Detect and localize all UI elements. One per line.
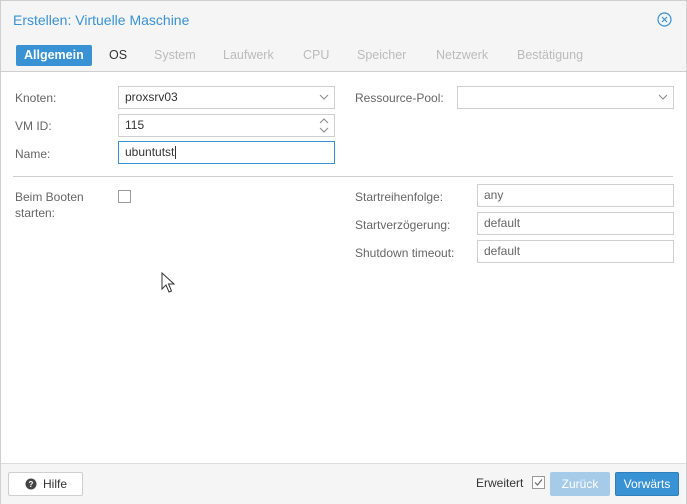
- wizard-tabs: Allgemein OS System Laufwerk CPU Speiche…: [1, 39, 686, 72]
- help-button[interactable]: ? Hilfe: [8, 472, 83, 496]
- advanced-checkbox[interactable]: [532, 476, 545, 489]
- node-label: Knoten:: [15, 91, 57, 105]
- boot-checkbox[interactable]: [118, 190, 131, 203]
- tab-laufwerk[interactable]: Laufwerk: [223, 45, 274, 66]
- name-value: ubuntutst: [125, 145, 175, 159]
- dialog-footer: ? Hilfe Erweitert Zurück Vorwärts: [1, 463, 686, 504]
- close-icon[interactable]: [657, 12, 672, 27]
- tab-netzwerk[interactable]: Netzwerk: [436, 45, 488, 66]
- section-divider: [13, 176, 673, 177]
- tab-system[interactable]: System: [154, 45, 196, 66]
- startdelay-input[interactable]: default: [477, 212, 674, 235]
- name-input[interactable]: ubuntutst: [118, 141, 335, 164]
- chevron-down-icon[interactable]: [314, 87, 334, 108]
- svg-text:?: ?: [29, 480, 34, 489]
- startdelay-label: Startverzögerung:: [355, 218, 451, 232]
- dialog-title: Erstellen: Virtuelle Maschine: [13, 12, 190, 28]
- question-circle-icon: ?: [25, 478, 37, 490]
- vmid-spinner[interactable]: 115: [118, 114, 335, 137]
- pool-label: Ressource-Pool:: [355, 91, 444, 105]
- startdelay-placeholder: default: [484, 216, 521, 230]
- node-value: proxsrv03: [125, 90, 178, 104]
- spinner-arrows-icon[interactable]: [314, 115, 334, 136]
- shutdown-placeholder: default: [484, 244, 521, 258]
- startorder-placeholder: any: [484, 188, 504, 202]
- next-button[interactable]: Vorwärts: [615, 472, 679, 496]
- tab-speicher[interactable]: Speicher: [357, 45, 406, 66]
- shutdown-label: Shutdown timeout:: [355, 246, 455, 260]
- node-select[interactable]: proxsrv03: [118, 86, 335, 109]
- chevron-down-icon[interactable]: [653, 87, 673, 108]
- boot-label-line1: Beim Booten: [15, 190, 84, 204]
- help-label: Hilfe: [43, 477, 68, 491]
- checkmark-icon: [534, 479, 543, 486]
- startorder-input[interactable]: any: [477, 184, 674, 207]
- startorder-label: Startreihenfolge:: [355, 190, 444, 204]
- tab-os[interactable]: OS: [109, 45, 127, 66]
- tab-allgemein[interactable]: Allgemein: [16, 45, 92, 66]
- mouse-pointer-icon: [161, 272, 176, 293]
- shutdown-input[interactable]: default: [477, 240, 674, 263]
- boot-label-line2: starten:: [15, 206, 56, 220]
- tab-cpu[interactable]: CPU: [303, 45, 329, 66]
- create-vm-dialog: Erstellen: Virtuelle Maschine Allgemein …: [0, 0, 687, 504]
- back-button[interactable]: Zurück: [550, 472, 610, 496]
- pool-select[interactable]: [457, 86, 674, 109]
- tab-bestaetigung[interactable]: Bestätigung: [517, 45, 583, 66]
- vmid-label: VM ID:: [15, 119, 52, 133]
- vmid-value: 115: [125, 118, 145, 132]
- advanced-label: Erweitert: [476, 476, 524, 490]
- text-caret: [175, 146, 177, 160]
- name-label: Name:: [15, 147, 51, 161]
- dialog-titlebar: Erstellen: Virtuelle Maschine: [1, 1, 686, 39]
